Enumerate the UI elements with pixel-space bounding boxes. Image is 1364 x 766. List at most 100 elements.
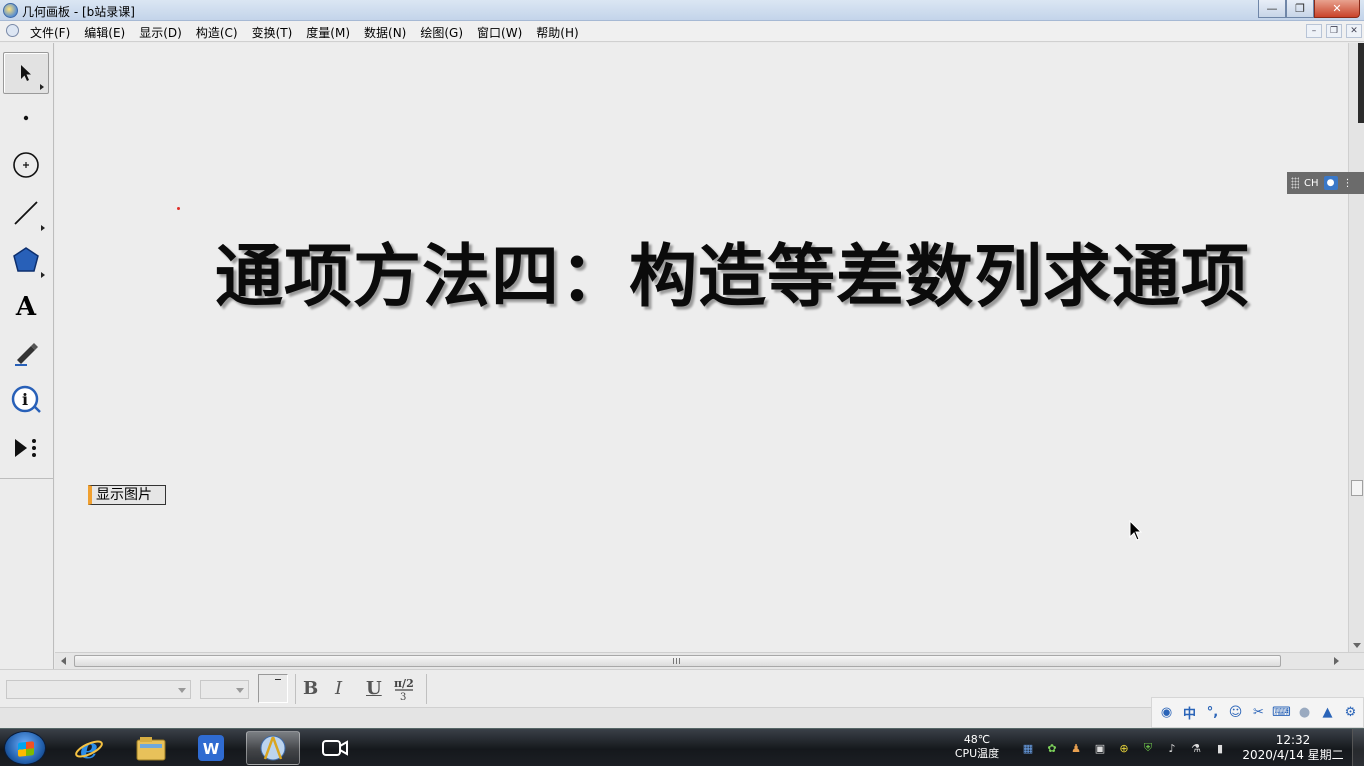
text-color-button[interactable] xyxy=(258,674,288,703)
document-icon[interactable] xyxy=(6,24,19,37)
font-family-select[interactable] xyxy=(6,680,191,699)
svg-text:π/2: π/2 xyxy=(394,677,414,690)
underline-button[interactable]: U xyxy=(366,678,382,699)
taskbar-internet-explorer[interactable]: e xyxy=(62,731,116,765)
chinese-mode-toggle[interactable]: 中 xyxy=(1181,704,1198,722)
menu-construct[interactable]: 构造(C) xyxy=(196,24,238,41)
text-a-icon: A xyxy=(15,292,37,322)
close-button[interactable]: ✕ xyxy=(1314,0,1360,18)
minimize-button[interactable]: — xyxy=(1258,0,1286,18)
plus-circle-icon[interactable]: ⊕ xyxy=(1116,741,1132,755)
menu-measure[interactable]: 度量(M) xyxy=(306,24,350,41)
scroll-right-arrow-icon[interactable] xyxy=(1334,657,1339,665)
point-icon xyxy=(23,115,29,121)
straightedge-tool[interactable] xyxy=(3,192,49,234)
taskbar-screen-recorder[interactable] xyxy=(308,731,362,765)
svg-text:3: 3 xyxy=(400,692,406,702)
toolbar-divider xyxy=(295,674,296,704)
doc-close-button[interactable]: ✕ xyxy=(1346,24,1362,38)
information-tool[interactable]: i xyxy=(3,379,49,421)
cpu-temperature-label: CPU温度 xyxy=(954,747,1000,760)
tool-more-indicator xyxy=(40,84,44,90)
show-image-button[interactable]: 显示图片 xyxy=(88,485,166,505)
sketchpad-app-icon[interactable] xyxy=(3,3,18,18)
document-sync-icon[interactable]: ▦ xyxy=(1020,741,1036,755)
tool-more-indicator xyxy=(41,225,45,231)
toolbox: A i xyxy=(0,43,54,669)
signal-bars-icon[interactable]: ▮ xyxy=(1212,741,1228,755)
cpu-temperature-widget[interactable]: 48℃ CPU温度 xyxy=(950,733,1004,761)
font-size-select[interactable] xyxy=(200,680,249,699)
chevron-down-icon[interactable] xyxy=(236,688,244,693)
clock-time: 12:32 xyxy=(1275,733,1311,747)
scroll-down-arrow-icon[interactable] xyxy=(1353,643,1361,648)
menu-help[interactable]: 帮助(H) xyxy=(536,24,578,41)
window-title-bar[interactable]: 几何画板 - [b站录课] — ❐ ✕ xyxy=(0,0,1364,21)
polygon-tool[interactable] xyxy=(3,239,49,281)
keyboard-icon[interactable]: ⌨ xyxy=(1272,704,1291,721)
menu-graph[interactable]: 绘图(G) xyxy=(420,24,463,41)
scroll-grip-icon xyxy=(673,658,681,664)
text-tool[interactable]: A xyxy=(3,286,49,328)
user-account-icon[interactable]: ● xyxy=(1296,704,1313,721)
shield-icon[interactable]: ⛨ xyxy=(1140,741,1156,755)
doc-minimize-button[interactable]: – xyxy=(1306,24,1322,38)
scissors-icon[interactable]: ✂ xyxy=(1250,704,1267,721)
camera-icon[interactable]: ▣ xyxy=(1092,741,1108,755)
ime-options-icon[interactable]: ⋮ xyxy=(1343,178,1353,189)
emoji-icon[interactable]: ☺ xyxy=(1227,704,1244,721)
vertical-scroll-grip[interactable] xyxy=(1351,480,1363,496)
mouse-cursor-icon xyxy=(1129,520,1143,541)
point-tool[interactable] xyxy=(3,97,49,139)
folder-icon xyxy=(136,737,166,761)
internet-explorer-icon: e xyxy=(75,733,103,763)
menu-transform[interactable]: 变换(T) xyxy=(252,24,293,41)
settings-gear-icon[interactable]: ⚙ xyxy=(1342,704,1359,721)
arrow-icon xyxy=(21,65,31,81)
menu-window[interactable]: 窗口(W) xyxy=(477,24,522,41)
sketch-canvas[interactable]: 通项方法四：构造等差数列求通项 显示图片 xyxy=(55,43,1348,652)
menu-file[interactable]: 文件(F) xyxy=(30,24,70,41)
skin-icon[interactable]: ▲ xyxy=(1319,704,1336,721)
taskbar-wps-writer[interactable]: W xyxy=(184,731,238,765)
line-segment-icon xyxy=(14,201,38,225)
horizontal-scrollbar[interactable] xyxy=(55,652,1364,669)
power-plug-icon[interactable]: ⚗ xyxy=(1188,741,1204,755)
custom-tool[interactable] xyxy=(3,427,49,469)
cloud-app-icon[interactable]: ✿ xyxy=(1044,741,1060,755)
user-icon[interactable]: ● xyxy=(1323,176,1338,190)
compass-tool[interactable] xyxy=(3,144,49,186)
start-button[interactable] xyxy=(4,731,46,765)
marker-tool[interactable] xyxy=(3,332,49,374)
show-desktop-button[interactable] xyxy=(1352,729,1364,766)
drag-handle-icon[interactable] xyxy=(1291,177,1299,189)
chevron-down-icon[interactable] xyxy=(178,688,186,693)
menu-data[interactable]: 数据(N) xyxy=(364,24,406,41)
bold-button[interactable]: B xyxy=(303,678,318,699)
arrow-select-tool[interactable] xyxy=(3,52,49,94)
maximize-button[interactable]: ❐ xyxy=(1286,0,1314,18)
italic-button[interactable]: I xyxy=(335,678,342,699)
toolbar-divider xyxy=(426,674,427,704)
scroll-left-arrow-icon[interactable] xyxy=(61,657,66,665)
punctuation-toggle[interactable]: °, xyxy=(1204,704,1221,721)
ime-language-bar[interactable]: CH ● ⋮ xyxy=(1287,172,1364,194)
windows-taskbar: e W 48℃ CPU温度 ▦ ✿ ♟ ▣ ⊕ ⛨ ♪ ⚗ ▮ 12:32 20… xyxy=(0,728,1364,766)
menu-display[interactable]: 显示(D) xyxy=(139,24,182,41)
doc-restore-button[interactable]: ❐ xyxy=(1326,24,1342,38)
wps-writer-icon: W xyxy=(198,735,224,761)
taskbar-clock[interactable]: 12:32 2020/4/14 星期二 xyxy=(1240,733,1346,763)
ime-logo-icon[interactable]: ◉ xyxy=(1158,704,1175,721)
canvas-title-text[interactable]: 通项方法四：构造等差数列求通项 xyxy=(215,221,1250,320)
red-point[interactable] xyxy=(177,207,180,210)
ime-language-label[interactable]: CH xyxy=(1304,178,1319,189)
network-users-icon[interactable]: ♟ xyxy=(1068,741,1084,755)
menu-edit[interactable]: 编辑(E) xyxy=(84,24,125,41)
horizontal-scroll-thumb[interactable] xyxy=(74,655,1281,667)
math-format-button[interactable]: π/2 3 xyxy=(392,676,416,707)
taskbar-geometers-sketchpad[interactable] xyxy=(246,731,300,765)
speaker-icon[interactable]: ♪ xyxy=(1164,741,1180,755)
vertical-scrollbar[interactable] xyxy=(1348,43,1364,652)
taskbar-file-explorer[interactable] xyxy=(124,731,178,765)
svg-text:e: e xyxy=(80,733,98,763)
